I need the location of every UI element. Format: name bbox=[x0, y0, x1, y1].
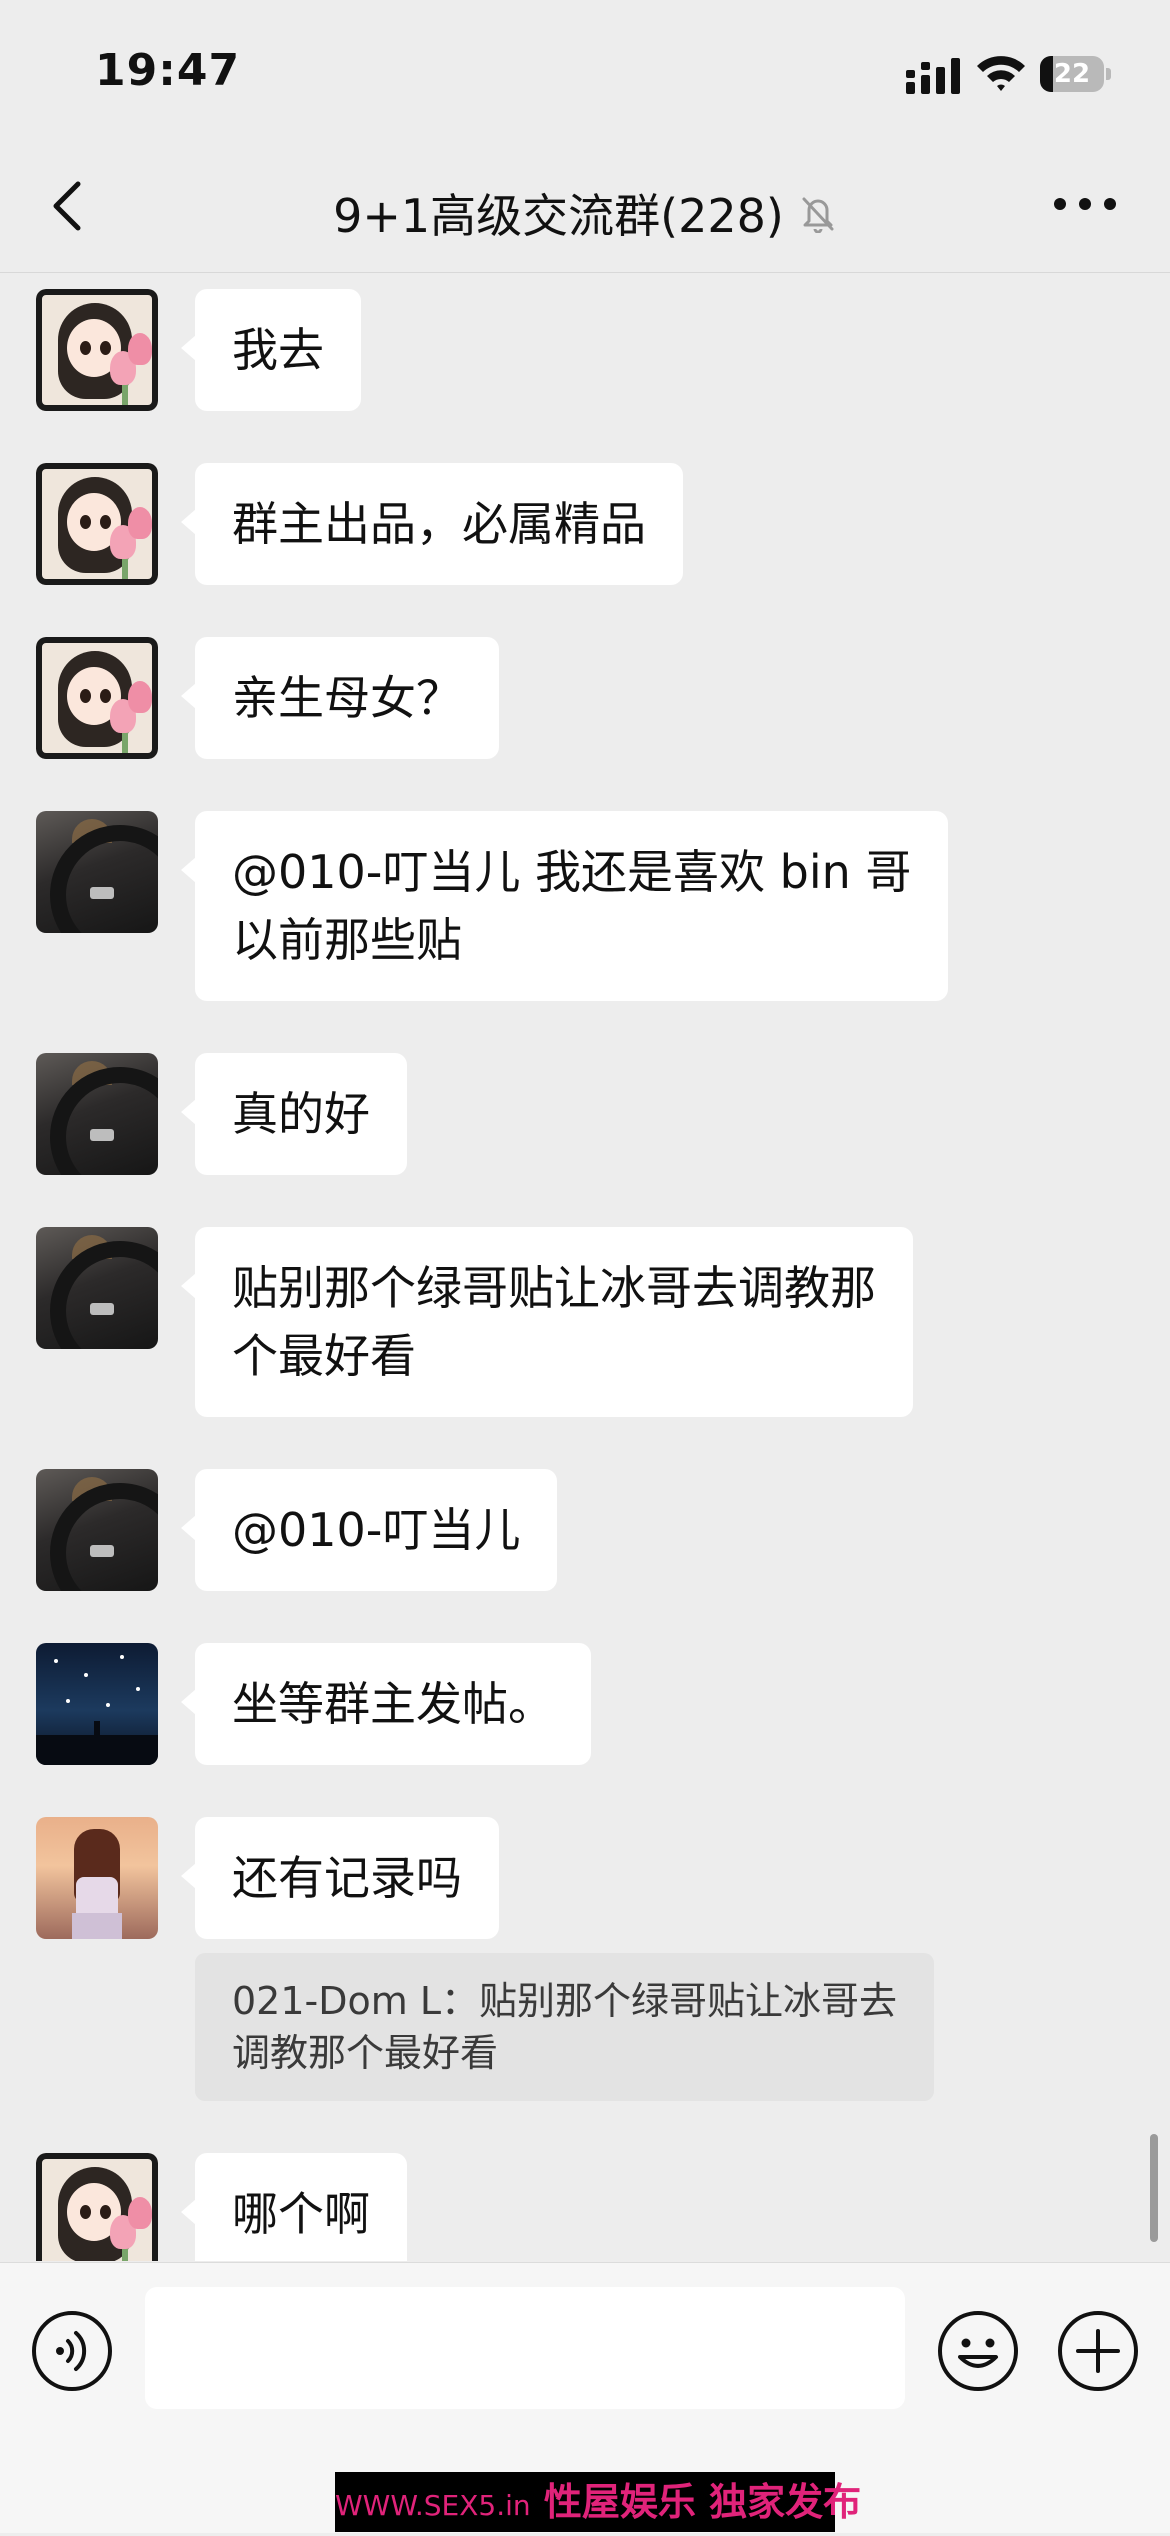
message-bubble[interactable]: 真的好 bbox=[181, 1053, 407, 1175]
battery-level: 22 bbox=[1053, 59, 1091, 89]
avatar-car-steering-wheel[interactable] bbox=[36, 811, 158, 933]
watermark-banner: WWW.SEX5.in 性屋娱乐 独家发布 bbox=[335, 2472, 861, 2532]
message-bubble[interactable]: 贴别那个绿哥贴让冰哥去调教那 个最好看 bbox=[181, 1227, 913, 1417]
back-button[interactable] bbox=[40, 176, 100, 236]
chat-header: 9+1高级交流群(228) bbox=[0, 150, 1170, 273]
chat-title: 9+1高级交流群(228) bbox=[333, 189, 784, 243]
cellular-signal-icon bbox=[906, 58, 960, 94]
avatar-car-steering-wheel[interactable] bbox=[36, 1469, 158, 1591]
message-bubble[interactable]: 我去 bbox=[181, 289, 361, 411]
message-text: 坐等群主发帖。 bbox=[232, 1677, 554, 1731]
quote-text-line: 021-Dom L：贴别那个绿哥贴让冰哥去 bbox=[232, 1979, 898, 2023]
message-text: 我去 bbox=[232, 323, 324, 377]
message-input[interactable] bbox=[145, 2287, 905, 2409]
message-bubble[interactable]: 坐等群主发帖。 bbox=[181, 1643, 591, 1765]
message-text-line: 个最好看 bbox=[232, 1329, 416, 1383]
voice-icon[interactable] bbox=[30, 2309, 114, 2393]
message-bubble[interactable]: @010-叮当儿 我还是喜欢 bin 哥 以前那些贴 bbox=[180, 811, 949, 1001]
avatar-car-steering-wheel[interactable] bbox=[36, 1053, 158, 1175]
message-text: 群主出品，必属精品 bbox=[232, 497, 646, 551]
bell-slash-icon bbox=[802, 197, 834, 233]
message-text: 还有记录吗 bbox=[232, 1851, 462, 1905]
message-text: 真的好 bbox=[232, 1087, 370, 1141]
avatar-girl-tulip[interactable] bbox=[36, 289, 158, 411]
avatar-girl-tulip[interactable] bbox=[36, 463, 158, 585]
message-text-line: 以前那些贴 bbox=[232, 913, 462, 967]
message-bubble[interactable]: 群主出品，必属精品 bbox=[181, 463, 683, 585]
quote-text-line: 调教那个最好看 bbox=[232, 2031, 499, 2075]
message-text: 哪个啊 bbox=[232, 2187, 370, 2241]
avatar-car-steering-wheel[interactable] bbox=[36, 1227, 158, 1349]
avatar-night-sky[interactable] bbox=[36, 1643, 158, 1765]
avatar-girl-tulip[interactable] bbox=[36, 2153, 158, 2261]
message-bubble[interactable]: @010-叮当儿 bbox=[180, 1469, 558, 1591]
chat-title-group[interactable]: 9+1高级交流群(228) bbox=[200, 180, 970, 243]
message-text: @010-叮当儿 bbox=[232, 1503, 521, 1557]
avatar-girl-tulip[interactable] bbox=[36, 637, 158, 759]
message-text-line: @010-叮当儿 我还是喜欢 bin 哥 bbox=[232, 845, 912, 899]
plus-icon[interactable] bbox=[1056, 2309, 1140, 2393]
more-options-button[interactable] bbox=[1050, 184, 1120, 224]
message-text: 亲生母女？ bbox=[232, 671, 462, 725]
watermark-text: 性屋娱乐 独家发布 bbox=[543, 2480, 862, 2524]
message-bubble[interactable]: 亲生母女？ bbox=[181, 637, 499, 759]
battery-icon: 22 bbox=[1040, 56, 1112, 92]
scrollbar[interactable] bbox=[1150, 2134, 1158, 2242]
avatar-sunset-girl[interactable] bbox=[36, 1817, 158, 1939]
status-time: 19:47 bbox=[95, 45, 241, 96]
message-list[interactable]: 我去 群主出品，必属精品 亲生母女？ @010-叮当儿 我还是喜欢 bin 哥 … bbox=[0, 273, 1170, 2261]
message-text-line: 贴别那个绿哥贴让冰哥去调教那 bbox=[232, 1261, 876, 1315]
quoted-message[interactable]: 021-Dom L：贴别那个绿哥贴让冰哥去 调教那个最好看 bbox=[195, 1953, 935, 2101]
watermark-site: WWW.SEX5.in bbox=[335, 2489, 531, 2522]
message-bubble[interactable]: 哪个啊 bbox=[181, 2153, 407, 2261]
status-bar: 19:47 22 bbox=[0, 0, 1170, 150]
emoji-icon[interactable] bbox=[936, 2309, 1020, 2393]
wifi-icon bbox=[977, 56, 1025, 91]
message-bubble[interactable]: 还有记录吗 bbox=[181, 1817, 499, 1939]
